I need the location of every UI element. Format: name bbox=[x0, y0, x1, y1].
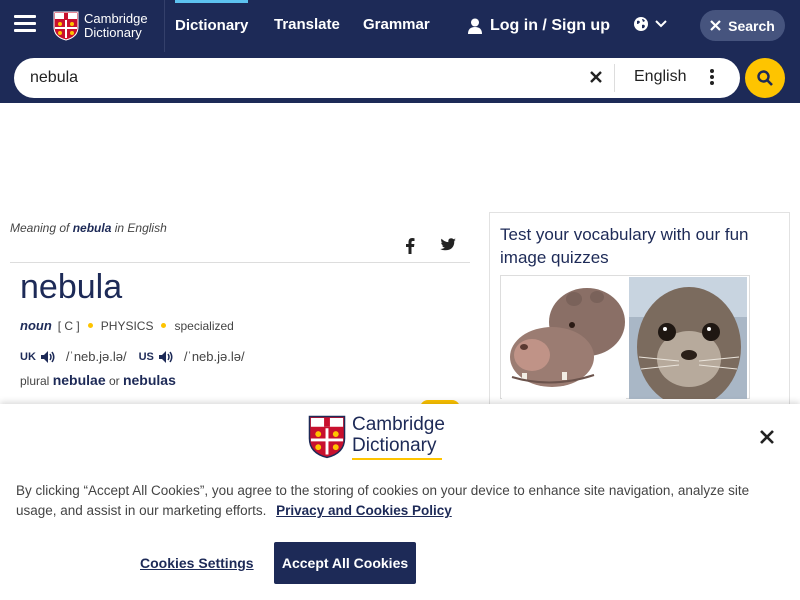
globe-icon bbox=[634, 17, 648, 31]
crest-icon bbox=[308, 415, 346, 459]
hippo-image[interactable] bbox=[502, 277, 626, 399]
nav-grammar[interactable]: Grammar bbox=[363, 0, 430, 52]
entry-divider bbox=[10, 262, 470, 263]
nav-translate[interactable]: Translate bbox=[274, 0, 340, 52]
login-label: Log in / Sign up bbox=[490, 17, 610, 34]
part-of-speech[interactable]: noun bbox=[20, 318, 52, 333]
meaning-heading: Meaning of nebula in English bbox=[10, 221, 167, 235]
close-icon bbox=[710, 20, 721, 31]
domain-label: PHYSICS bbox=[100, 318, 154, 333]
login-link[interactable]: Log in / Sign up bbox=[468, 0, 610, 52]
us-audio-icon[interactable] bbox=[158, 350, 174, 364]
search-icon bbox=[757, 70, 773, 86]
close-banner-icon[interactable] bbox=[760, 430, 774, 449]
search-toggle-button[interactable]: Search bbox=[700, 10, 785, 41]
uk-ipa: /ˈneb.jə.lə/ bbox=[65, 349, 127, 364]
headword: nebula bbox=[20, 268, 123, 306]
page: Cambridge Dictionary Dictionary Translat… bbox=[0, 0, 800, 600]
quiz-images[interactable] bbox=[500, 275, 750, 399]
search-divider bbox=[614, 64, 615, 92]
seal-image[interactable] bbox=[629, 277, 747, 399]
top-navbar: Cambridge Dictionary Dictionary Translat… bbox=[0, 0, 800, 52]
uk-label: UK bbox=[20, 350, 36, 363]
image-quiz-card[interactable]: Test your vocabulary with our fun image … bbox=[489, 212, 790, 412]
bullet-dot bbox=[161, 323, 167, 328]
cookie-consent-banner: Cambridge Dictionary By clicking “Accept… bbox=[0, 404, 800, 600]
menu-icon[interactable] bbox=[14, 15, 36, 33]
accept-all-cookies-button[interactable]: Accept All Cookies bbox=[274, 542, 416, 584]
search-input[interactable] bbox=[30, 66, 570, 90]
pronunciation-line: UK /ˈneb.jə.lə/ US /ˈneb.jə.lə/ bbox=[20, 349, 257, 364]
logo-text: Cambridge Dictionary bbox=[84, 11, 148, 40]
search-toggle-label: Search bbox=[728, 17, 775, 34]
search-submit-button[interactable] bbox=[745, 58, 785, 98]
cookie-banner-logo: Cambridge Dictionary bbox=[308, 414, 445, 460]
cookie-message: By clicking “Accept All Cookies”, you ag… bbox=[16, 483, 750, 518]
twitter-share-icon[interactable] bbox=[440, 238, 456, 257]
cookie-settings-button[interactable]: Cookies Settings bbox=[140, 555, 254, 571]
quiz-title[interactable]: Test your vocabulary with our fun image … bbox=[500, 223, 780, 269]
plural-form: nebulas bbox=[122, 372, 176, 388]
plural-line: plural nebulae or nebulas bbox=[20, 372, 176, 388]
chevron-down-icon bbox=[655, 20, 667, 28]
more-options-icon[interactable] bbox=[710, 69, 714, 87]
user-icon bbox=[468, 18, 482, 34]
nav-dictionary[interactable]: Dictionary bbox=[175, 0, 249, 52]
grammar-code[interactable]: [ C ] bbox=[58, 319, 80, 333]
nav-divider bbox=[164, 0, 165, 52]
cookie-logo-text: Cambridge Dictionary bbox=[352, 414, 445, 460]
site-logo[interactable]: Cambridge Dictionary bbox=[53, 9, 148, 43]
crest-icon bbox=[53, 11, 79, 41]
search-row: English bbox=[0, 52, 800, 103]
register-label: specialized bbox=[174, 318, 234, 333]
us-ipa: /ˈneb.jə.lə/ bbox=[183, 349, 245, 364]
uk-audio-icon[interactable] bbox=[40, 350, 56, 364]
dictionary-language-select[interactable]: English bbox=[634, 68, 686, 86]
privacy-policy-link[interactable]: Privacy and Cookies Policy bbox=[276, 503, 452, 518]
bullet-dot bbox=[87, 323, 93, 328]
part-of-speech-line: noun [ C ] PHYSICS specialized bbox=[20, 318, 234, 333]
us-label: US bbox=[138, 350, 154, 363]
search-box: English bbox=[14, 58, 740, 98]
clear-search-icon[interactable] bbox=[590, 70, 602, 88]
facebook-share-icon[interactable] bbox=[405, 238, 415, 259]
plural-form: nebulae bbox=[52, 372, 106, 388]
language-selector[interactable] bbox=[633, 16, 667, 32]
